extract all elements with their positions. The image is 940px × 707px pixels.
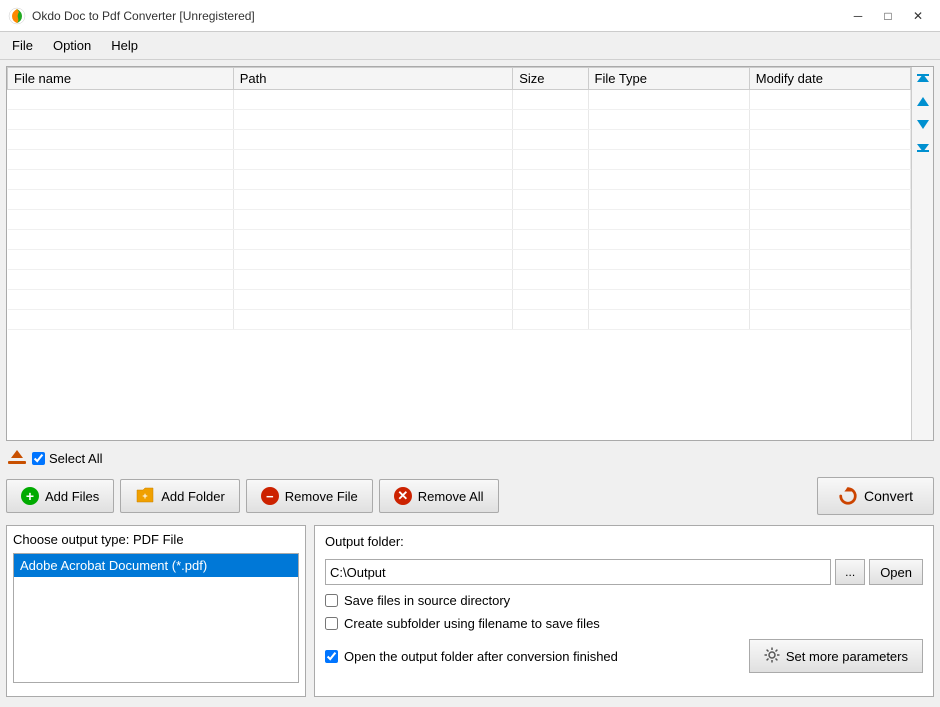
table-row [8, 190, 911, 210]
remove-all-button[interactable]: ✕ Remove All [379, 479, 499, 513]
close-button[interactable]: ✕ [904, 5, 932, 27]
folder-path-row: C:\Output ... Open [325, 559, 923, 585]
open-output-label: Open the output folder after conversion … [344, 649, 618, 664]
app-icon [8, 7, 26, 25]
output-folder-panel: Output folder: C:\Output ... Open Save f… [314, 525, 934, 697]
table-row [8, 210, 911, 230]
output-folder-label: Output folder: [325, 534, 923, 549]
action-row: + Add Files + Add Folder − Remove File ✕… [6, 475, 934, 517]
window-title: Okdo Doc to Pdf Converter [Unregistered] [32, 9, 255, 23]
file-list-container: File name Path Size File Type Modify dat… [6, 66, 934, 441]
table-row [8, 150, 911, 170]
table-row [8, 250, 911, 270]
select-all-checkbox[interactable] [32, 452, 45, 465]
create-subfolder-checkbox[interactable] [325, 617, 338, 630]
col-header-path: Path [233, 68, 513, 90]
gear-icon [764, 647, 780, 666]
col-header-size: Size [513, 68, 588, 90]
output-type-list[interactable]: Adobe Acrobat Document (*.pdf) [13, 553, 299, 683]
table-row [8, 310, 911, 330]
bottom-section: Choose output type: PDF File Adobe Acrob… [6, 521, 934, 701]
save-source-label: Save files in source directory [344, 593, 510, 608]
table-row [8, 110, 911, 130]
maximize-button[interactable]: □ [874, 5, 902, 27]
table-row [8, 230, 911, 250]
convert-icon [838, 486, 858, 506]
checkbox-row-2: Create subfolder using filename to save … [325, 616, 923, 631]
table-row [8, 170, 911, 190]
scroll-up-button[interactable] [914, 93, 932, 111]
save-source-checkbox[interactable] [325, 594, 338, 607]
main-window: File name Path Size File Type Modify dat… [0, 60, 940, 707]
open-folder-button[interactable]: Open [869, 559, 923, 585]
menu-help[interactable]: Help [103, 34, 146, 57]
create-subfolder-label: Create subfolder using filename to save … [344, 616, 600, 631]
menu-file[interactable]: File [4, 34, 41, 57]
add-files-icon: + [21, 487, 39, 505]
add-folder-button[interactable]: + Add Folder [120, 479, 240, 513]
open-output-checkbox[interactable] [325, 650, 338, 663]
scroll-down-button[interactable] [914, 115, 932, 133]
col-header-filename: File name [8, 68, 234, 90]
menu-bar: File Option Help [0, 32, 940, 60]
convert-button[interactable]: Convert [817, 477, 934, 515]
add-folder-icon: + [135, 486, 155, 507]
set-params-button[interactable]: Set more parameters [749, 639, 923, 673]
add-files-button[interactable]: + Add Files [6, 479, 114, 513]
output-type-panel: Choose output type: PDF File Adobe Acrob… [6, 525, 306, 697]
upload-icon [6, 447, 28, 469]
table-row [8, 90, 911, 110]
remove-file-icon: − [261, 487, 279, 505]
checkbox-row-1: Save files in source directory [325, 593, 923, 608]
title-bar: Okdo Doc to Pdf Converter [Unregistered]… [0, 0, 940, 32]
table-row [8, 270, 911, 290]
select-all-label: Select All [49, 451, 102, 466]
output-type-label: Choose output type: PDF File [13, 532, 299, 547]
scroll-bottom-button[interactable] [914, 137, 932, 155]
output-list-item[interactable]: Adobe Acrobat Document (*.pdf) [14, 554, 298, 577]
col-header-modifydate: Modify date [749, 68, 910, 90]
table-row [8, 130, 911, 150]
svg-text:+: + [143, 491, 148, 501]
scroll-top-button[interactable] [914, 71, 932, 89]
table-row [8, 290, 911, 310]
remove-file-button[interactable]: − Remove File [246, 479, 373, 513]
col-header-filetype: File Type [588, 68, 749, 90]
menu-option[interactable]: Option [45, 34, 99, 57]
remove-all-icon: ✕ [394, 487, 412, 505]
minimize-button[interactable]: ─ [844, 5, 872, 27]
window-controls: ─ □ ✕ [844, 5, 932, 27]
bottom-row: Open the output folder after conversion … [325, 639, 923, 673]
checkbox-row-3: Open the output folder after conversion … [325, 649, 618, 664]
file-table: File name Path Size File Type Modify dat… [7, 67, 911, 440]
scroll-arrows [911, 67, 933, 440]
browse-button[interactable]: ... [835, 559, 865, 585]
output-folder-input[interactable]: C:\Output [325, 559, 831, 585]
toolbar-row: Select All [6, 445, 934, 471]
